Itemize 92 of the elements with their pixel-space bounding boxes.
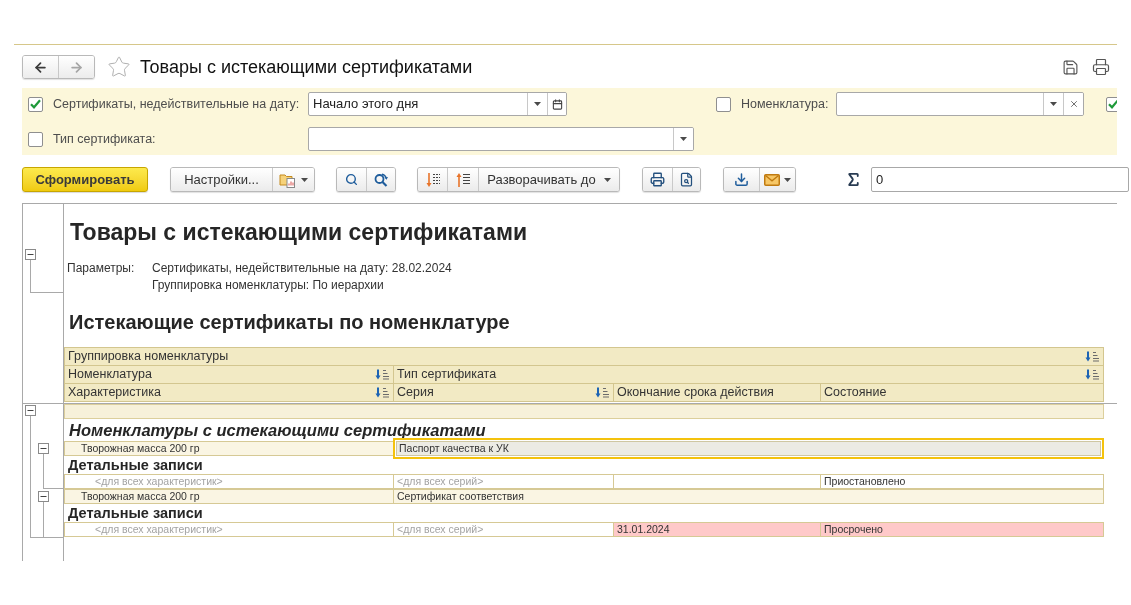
minus-box-icon[interactable] xyxy=(38,491,49,502)
caret-icon xyxy=(784,177,791,182)
arrow-right-icon xyxy=(69,59,84,75)
table-cell: 31.01.2024 xyxy=(613,522,821,537)
search-button[interactable] xyxy=(337,168,366,191)
expand-all-button[interactable] xyxy=(418,168,447,191)
sort-icon[interactable] xyxy=(1085,369,1100,380)
download-icon xyxy=(734,172,749,187)
download-button[interactable] xyxy=(724,168,759,191)
settings-button[interactable]: Настройки... xyxy=(171,168,272,191)
checkbox[interactable] xyxy=(716,96,731,112)
column-header: Серия xyxy=(397,384,434,402)
minus-box-icon[interactable] xyxy=(25,405,36,416)
star-icon[interactable] xyxy=(107,55,131,79)
column-header: Окончание срока действия xyxy=(617,384,774,402)
printer-icon[interactable] xyxy=(1092,58,1110,76)
save-icon[interactable] xyxy=(1062,58,1079,76)
table-cell[interactable]: Паспорт качества к УК xyxy=(393,438,1104,459)
caret-icon xyxy=(603,177,611,182)
calendar-button[interactable] xyxy=(547,93,566,115)
table-cell: <для всех серий> xyxy=(393,522,614,537)
section-title: Истекающие сертификаты по номенклатуре xyxy=(68,310,511,335)
parameters-label: Параметры: xyxy=(66,260,136,277)
column-header: Состояние xyxy=(824,384,887,402)
back-button[interactable] xyxy=(23,56,58,78)
calendar-icon xyxy=(551,98,563,110)
check-icon xyxy=(30,99,41,109)
envelope-icon xyxy=(764,173,780,186)
search-icon xyxy=(345,173,358,186)
arrow-left-icon xyxy=(33,59,48,75)
parameter-text: Сертификаты, недействительные на дату: 28.02.2024 xyxy=(152,260,452,277)
dropdown-button[interactable] xyxy=(673,128,693,150)
table-cell: <для всех серий> xyxy=(393,474,614,489)
report-title: Товары с истекающими сертификатами xyxy=(69,218,529,246)
printer-icon xyxy=(650,172,665,187)
search-refresh-button[interactable] xyxy=(366,168,395,191)
report-variant-button[interactable] xyxy=(272,168,314,191)
search-refresh-icon xyxy=(373,171,389,188)
header-cell[interactable]: Серия xyxy=(393,383,614,402)
generate-button[interactable]: Сформировать xyxy=(22,167,148,192)
filter-label: Тип сертификата: xyxy=(53,130,156,148)
send-mail-button[interactable] xyxy=(759,168,795,191)
column-header: Характеристика xyxy=(68,384,161,402)
group-title: Номенклатуры с истекающими сертификатами xyxy=(68,420,487,441)
column-header: Номенклатура xyxy=(68,366,152,384)
checkbox[interactable] xyxy=(1106,96,1117,112)
sigma-icon xyxy=(845,171,862,188)
minus-box-icon[interactable] xyxy=(25,249,36,260)
window-title: Товары с истекающими сертификатами xyxy=(140,55,473,79)
reference-field[interactable] xyxy=(836,92,1084,116)
header-cell[interactable]: Характеристика xyxy=(64,383,394,402)
table-cell: Творожная масса 200 гр xyxy=(64,441,394,456)
sort-icon[interactable] xyxy=(375,387,390,398)
caret-icon xyxy=(534,102,541,106)
sum-field[interactable]: 0 xyxy=(871,167,1129,192)
column-header: Тип сертификата xyxy=(397,366,497,384)
minus-box-icon[interactable] xyxy=(38,443,49,454)
parameter-text: Группировка номенклатуры: По иерархии xyxy=(152,277,385,294)
checkbox[interactable] xyxy=(28,131,43,147)
table-cell[interactable]: Сертификат соответствия xyxy=(393,489,1104,504)
table-cell: <для всех характеристик> xyxy=(64,474,394,489)
header-cell[interactable]: Окончание срока действия xyxy=(613,383,821,402)
document-search-icon xyxy=(679,172,694,187)
expand-to-button[interactable]: Разворачивать до xyxy=(478,168,619,191)
folder-report-icon xyxy=(279,171,296,188)
table-cell: <для всех характеристик> xyxy=(64,522,394,537)
checkbox[interactable] xyxy=(28,96,43,112)
caret-icon xyxy=(680,137,687,141)
sort-icon[interactable] xyxy=(595,387,610,398)
table-cell: Просрочено xyxy=(820,522,1104,537)
close-icon xyxy=(1068,99,1079,109)
sort-icon[interactable] xyxy=(1085,351,1100,362)
caret-icon xyxy=(301,177,308,182)
table-cell: Творожная масса 200 гр xyxy=(64,489,394,504)
check-icon xyxy=(1108,99,1117,109)
preview-button[interactable] xyxy=(672,168,700,191)
table-cell: Приостановлено xyxy=(820,474,1104,489)
sort-icon[interactable] xyxy=(375,369,390,380)
clear-button[interactable] xyxy=(1063,93,1083,115)
print-button[interactable] xyxy=(643,168,672,191)
arrow-down-lines-icon xyxy=(424,171,441,188)
select-field[interactable] xyxy=(308,127,694,151)
caret-icon xyxy=(1050,102,1057,106)
date-field[interactable]: Начало этого дня xyxy=(308,92,567,116)
header-cell[interactable]: Состояние xyxy=(820,383,1104,402)
details-title: Детальные записи xyxy=(67,456,204,474)
filter-label: Сертификаты, недействительные на дату: xyxy=(53,95,300,113)
collapse-all-button[interactable] xyxy=(447,168,478,191)
column-header: Группировка номенклатуры xyxy=(68,348,229,366)
details-title: Детальные записи xyxy=(67,504,204,522)
arrow-up-lines-icon xyxy=(455,171,471,188)
filter-label: Номенклатура: xyxy=(741,95,829,113)
